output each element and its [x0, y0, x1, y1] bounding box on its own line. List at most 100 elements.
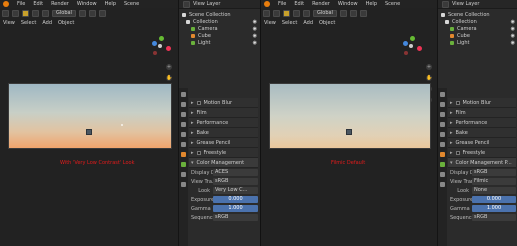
visibility-eye-icon[interactable]: ◉ [511, 26, 515, 32]
menu-object[interactable]: Object [319, 20, 335, 26]
menu-view[interactable]: View [3, 20, 15, 26]
menu-window[interactable]: Window [338, 1, 358, 7]
pivot-icon[interactable] [339, 9, 347, 17]
editor-type-icon[interactable] [2, 9, 9, 17]
section-color-management[interactable]: ▾ Color Management [189, 158, 258, 168]
transform-orientation-select[interactable]: Global [313, 9, 337, 17]
look-select[interactable]: None [472, 187, 516, 194]
visibility-eye-icon[interactable]: ◉ [253, 40, 257, 46]
3d-viewport[interactable]: File Edit Render Window Help Scene Globa… [261, 0, 437, 246]
scene-selector[interactable]: Scene [124, 1, 139, 7]
object-tab-icon[interactable] [181, 152, 186, 157]
cursor-tool-icon[interactable] [273, 9, 280, 17]
cube-object[interactable] [86, 129, 92, 135]
proportional-edit-icon[interactable] [359, 9, 367, 17]
menu-edit[interactable]: Edit [33, 1, 43, 7]
menu-view[interactable]: View [264, 20, 276, 26]
navigation-gizmo[interactable] [401, 36, 422, 56]
menu-help[interactable]: Help [366, 1, 377, 7]
world-tab-icon[interactable] [440, 142, 445, 147]
zoom-icon[interactable]: + [426, 64, 432, 70]
tree-row-scene-collection[interactable]: Scene Collection [441, 11, 517, 18]
constraints-tab-icon[interactable] [440, 162, 445, 167]
outliner-editor-icon[interactable] [442, 0, 449, 8]
section-performance[interactable]: ▸ Performance [448, 118, 516, 128]
gizmo-neg-axis-icon[interactable] [404, 51, 408, 55]
menu-select[interactable]: Select [21, 20, 36, 26]
sequencer-select[interactable]: sRGB [213, 214, 258, 221]
menu-select[interactable]: Select [282, 20, 297, 26]
section-grease-pencil[interactable]: ▸ Grease Pencil [189, 138, 258, 148]
gizmo-x-axis-icon[interactable] [166, 46, 171, 51]
checkbox[interactable] [455, 150, 460, 155]
cursor-tool-icon[interactable] [12, 9, 19, 17]
menu-add[interactable]: Add [42, 20, 52, 26]
menu-window[interactable]: Window [77, 1, 97, 7]
visibility-eye-icon[interactable]: ◉ [511, 33, 515, 39]
section-film[interactable]: ▸ Film [448, 108, 516, 118]
tree-row-collection[interactable]: Collection ◉ [441, 18, 517, 25]
checkbox[interactable] [196, 100, 201, 105]
rotate-tool-icon[interactable] [42, 9, 49, 17]
gizmo-z-axis-icon[interactable] [152, 41, 157, 46]
data-tab-icon[interactable] [181, 172, 186, 177]
blender-logo-icon[interactable] [264, 1, 270, 7]
section-film[interactable]: ▸ Film [189, 108, 258, 118]
navigation-gizmo[interactable] [150, 36, 171, 56]
section-motion-blur[interactable]: ▸ Motion Blur [189, 98, 258, 108]
cube-object[interactable] [346, 129, 352, 135]
world-tab-icon[interactable] [181, 142, 186, 147]
output-tab-icon[interactable] [181, 112, 186, 117]
object-mode-icon[interactable] [283, 9, 290, 17]
gizmo-z-axis-icon[interactable] [403, 41, 408, 46]
section-bake[interactable]: ▸ Bake [448, 128, 516, 138]
visibility-eye-icon[interactable]: ◉ [511, 40, 515, 46]
move-tool-icon[interactable] [32, 9, 39, 17]
checkbox[interactable] [455, 100, 460, 105]
snap-icon[interactable] [88, 9, 96, 17]
editor-type-icon[interactable] [263, 9, 270, 17]
object-tab-icon[interactable] [440, 152, 445, 157]
menu-file[interactable]: File [278, 1, 286, 7]
visibility-eye-icon[interactable]: ◉ [511, 19, 515, 25]
tree-row-scene-collection[interactable]: Scene Collection [182, 11, 260, 18]
view-layer-tab-icon[interactable] [181, 122, 186, 127]
display-device-select[interactable]: ACES [213, 169, 258, 176]
menu-object[interactable]: Object [58, 20, 74, 26]
menu-file[interactable]: File [17, 1, 25, 7]
tree-row-cube[interactable]: Cube ◉ [182, 32, 260, 39]
scene-tab-icon[interactable] [440, 132, 445, 137]
tool-tab-icon[interactable] [440, 92, 445, 97]
pivot-icon[interactable] [78, 9, 86, 17]
constraints-tab-icon[interactable] [181, 162, 186, 167]
menu-render[interactable]: Render [51, 1, 69, 7]
tree-row-camera[interactable]: Camera ◉ [182, 25, 260, 32]
tree-row-light[interactable]: Light ◉ [441, 39, 517, 46]
snap-icon[interactable] [349, 9, 357, 17]
data-tab-icon[interactable] [440, 172, 445, 177]
render-tab-icon[interactable] [440, 102, 445, 107]
gizmo-y-axis-icon[interactable] [410, 36, 415, 41]
section-bake[interactable]: ▸ Bake [189, 128, 258, 138]
material-tab-icon[interactable] [440, 182, 445, 187]
visibility-eye-icon[interactable]: ◉ [253, 33, 257, 39]
render-tab-icon[interactable] [181, 102, 186, 107]
section-grease-pencil[interactable]: ▸ Grease Pencil [448, 138, 516, 148]
menu-edit[interactable]: Edit [294, 1, 304, 7]
view-transform-select[interactable]: Filmic [472, 178, 516, 185]
gizmo-y-axis-icon[interactable] [159, 36, 164, 41]
gizmo-neg-axis-icon[interactable] [153, 51, 157, 55]
move-tool-icon[interactable] [293, 9, 300, 17]
tree-row-cube[interactable]: Cube ◉ [441, 32, 517, 39]
section-performance[interactable]: ▸ Performance [189, 118, 258, 128]
view-layer-tab-icon[interactable] [440, 122, 445, 127]
tree-row-collection[interactable]: Collection ◉ [182, 18, 260, 25]
hand-pan-icon[interactable]: ✋ [166, 75, 172, 81]
visibility-eye-icon[interactable]: ◉ [253, 26, 257, 32]
gamma-slider[interactable]: 1.000 [472, 205, 516, 212]
scene-tab-icon[interactable] [181, 132, 186, 137]
section-motion-blur[interactable]: ▸ Motion Blur [448, 98, 516, 108]
object-mode-icon[interactable] [22, 9, 29, 17]
menu-add[interactable]: Add [303, 20, 313, 26]
exposure-slider[interactable]: 0.000 [472, 196, 516, 203]
